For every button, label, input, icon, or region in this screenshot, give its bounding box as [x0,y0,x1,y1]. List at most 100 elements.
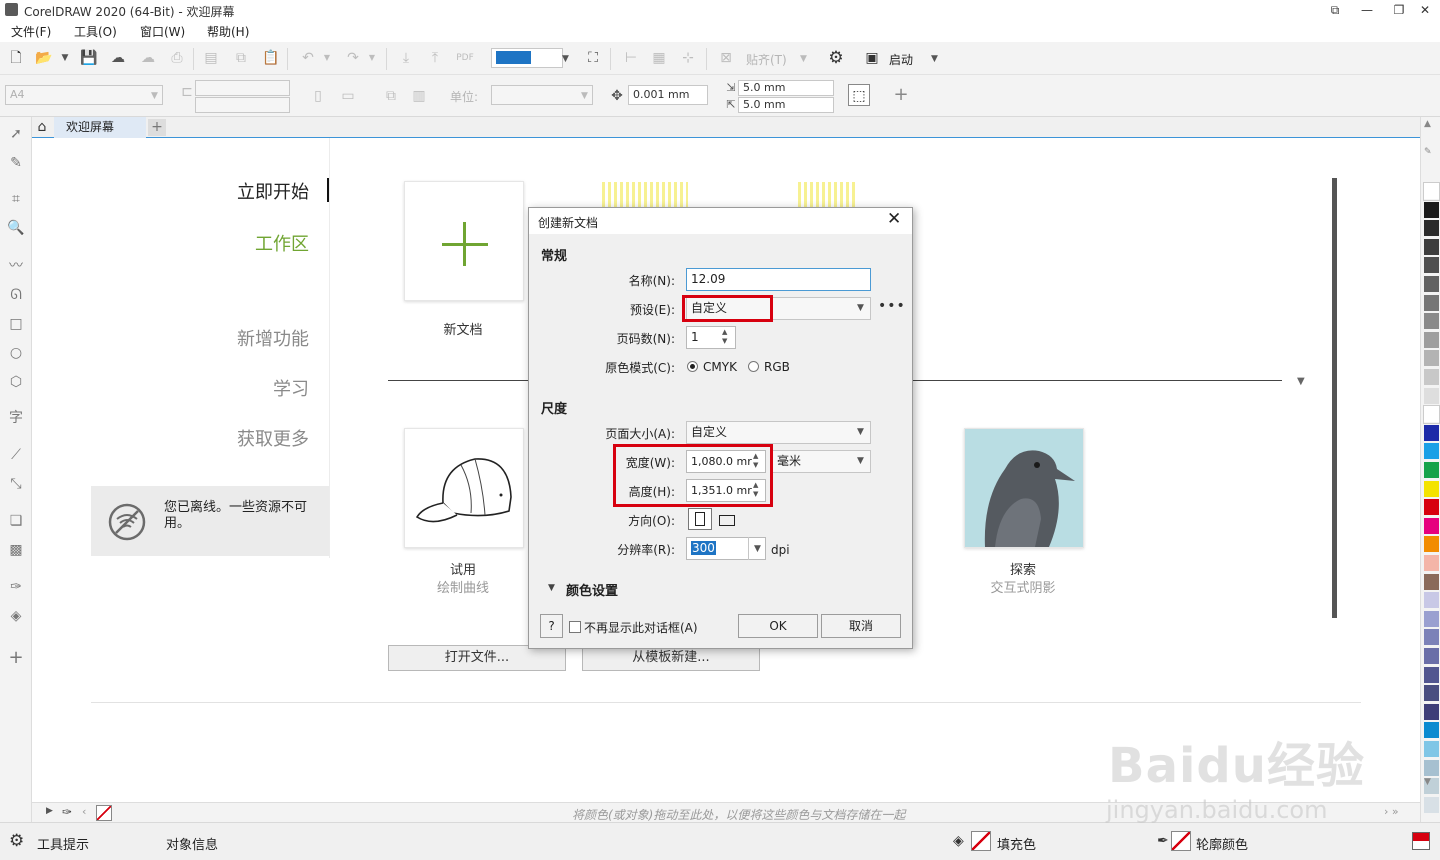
ellipse-tool-icon[interactable]: ○ [5,342,27,364]
palette-swatch[interactable] [1424,313,1439,331]
dont-show-checkbox[interactable] [569,621,581,633]
palette-swatch[interactable] [1424,387,1439,405]
new-tab-icon[interactable]: + [148,119,166,136]
snap-to-button[interactable]: 贴齐(T) [746,51,787,68]
treat-as-filled-icon[interactable]: ⬚ [848,84,870,106]
palette-swatch[interactable] [1424,220,1439,238]
palette-swatch[interactable] [1424,369,1439,386]
palette-swatch[interactable] [1424,536,1439,554]
shape-tool-icon[interactable]: ✎ [5,152,27,174]
palette-swatch[interactable] [1424,238,1439,256]
hints-label[interactable]: 工具提示 [37,834,89,853]
rulers-icon[interactable]: ⊢ [620,47,642,69]
palette-swatch[interactable] [1424,685,1439,703]
pages-input[interactable]: 1 [686,326,736,349]
rgb-radio[interactable] [748,361,759,372]
docpalette-eyedropper-icon[interactable]: ✑ [62,805,72,819]
tab-welcome-screen[interactable]: 欢迎屏幕 [54,117,146,138]
palette-scroll-up-icon[interactable]: ▲ [1424,119,1431,129]
minimize-button[interactable]: — [1352,0,1382,20]
palette-swatch[interactable] [1424,703,1439,721]
menu-tools[interactable]: 工具(O) [74,23,117,40]
page-preset-field[interactable]: A4 [5,85,163,105]
palette-swatch[interactable] [1424,480,1439,498]
landscape-icon[interactable]: ▭ [337,85,359,107]
home-icon[interactable]: ⌂ [32,117,52,138]
print-icon[interactable]: ⎙ [166,47,188,69]
all-pages-icon[interactable]: ⧉ [380,85,402,107]
palette-flyout-icon[interactable]: ✎ [1424,147,1432,157]
eyedropper-tool-icon[interactable]: ✑ [5,576,27,598]
palette-swatch[interactable] [1424,443,1439,461]
add-toolbar-item-icon[interactable]: + [890,84,912,106]
redo-dropdown-icon[interactable]: ▼ [361,47,383,69]
options-gear-icon[interactable]: ⚙ [825,47,847,69]
cmyk-radio[interactable] [687,361,698,372]
no-color-swatch[interactable] [96,805,112,821]
palette-swatch[interactable] [1424,276,1439,293]
units-select[interactable]: 毫米 ▼ [772,450,871,473]
nav-get-more[interactable]: 获取更多 [149,425,309,451]
palette-swatch[interactable] [1424,462,1439,479]
welcome-scrollbar-thumb[interactable] [1332,178,1337,618]
undo-dropdown-icon[interactable]: ▼ [316,47,338,69]
palette-swatch[interactable] [1424,610,1439,628]
new-document-icon[interactable]: 🗋 [5,47,27,69]
palette-swatch[interactable] [1424,257,1439,275]
landscape-icon[interactable] [719,515,735,526]
freehand-tool-icon[interactable]: 〰 [5,255,27,277]
outline-color-swatch[interactable] [1171,831,1191,851]
full-screen-icon[interactable]: ⛶ [582,47,604,69]
palette-swatch[interactable] [1424,499,1439,517]
launch-icon[interactable]: ▣ [861,47,883,69]
palette-swatch[interactable] [1423,182,1440,201]
import-export-icon[interactable]: ▤ [200,47,222,69]
crop-tool-icon[interactable]: ⌗ [5,188,27,210]
nav-learn[interactable]: 学习 [149,375,309,401]
transparency-tool-icon[interactable]: ▩ [5,539,27,561]
palette-swatch[interactable] [1424,592,1439,610]
palette-swatch[interactable] [1424,741,1439,758]
connector-tool-icon[interactable]: ⤡ [5,473,27,495]
try-card[interactable] [404,428,524,548]
copy-icon[interactable]: ⧉ [230,47,252,69]
open-folder-icon[interactable]: 📂 [33,47,55,69]
snap-dropdown-icon[interactable]: ▼ [800,54,807,64]
current-page-icon[interactable]: ▥ [408,85,430,107]
name-input[interactable]: 12.09 [686,268,871,291]
zoom-tool-icon[interactable]: 🔍 [5,217,27,239]
duplicate-distance-x[interactable]: 5.0 mm [738,80,834,96]
palette-swatch[interactable] [1424,796,1439,814]
menu-window[interactable]: 窗口(W) [140,23,185,40]
polygon-tool-icon[interactable]: ⬡ [5,371,27,393]
nav-whats-new[interactable]: 新增功能 [149,325,309,351]
menu-help[interactable]: 帮助(H) [207,23,249,40]
launch-dropdown-icon[interactable]: ▼ [931,54,938,64]
preset-options-icon[interactable]: ••• [878,298,906,314]
cloud-share-icon[interactable]: ☁ [137,47,159,69]
palette-swatch[interactable] [1424,555,1439,572]
zoom-level-field[interactable]: 100% [491,48,563,68]
units-select[interactable] [491,85,593,105]
palette-swatch[interactable] [1423,405,1440,425]
snap-icon[interactable]: ⊠ [715,47,737,69]
dialog-close-icon[interactable]: ✕ [887,209,901,229]
duplicate-distance-y[interactable]: 5.0 mm [738,97,834,113]
palette-scroll-down-icon[interactable]: ▼ [1424,777,1431,787]
page-size-select[interactable]: 自定义 ▼ [686,421,871,444]
cancel-button[interactable]: 取消 [821,614,901,638]
dimension-tool-icon[interactable]: ⟋ [5,444,27,466]
page-width-field[interactable] [195,80,290,96]
grid-icon[interactable]: ▦ [648,47,670,69]
launch-button[interactable]: 启动 [889,51,913,68]
menu-file[interactable]: 文件(F) [11,23,51,40]
artistic-media-icon[interactable]: ᘏ [5,284,27,306]
explore-card[interactable] [964,428,1084,548]
collapse-chevron-icon[interactable]: ▼ [1297,376,1305,387]
docpalette-arrow-icon[interactable]: ▶ [46,806,53,816]
cloud-upload-icon[interactable]: ☁ [107,47,129,69]
page-preset-dropdown-icon[interactable]: ▼ [151,91,158,101]
palette-swatch[interactable] [1424,350,1439,368]
save-icon[interactable]: 💾 [78,47,100,69]
palette-swatch[interactable] [1424,294,1439,312]
